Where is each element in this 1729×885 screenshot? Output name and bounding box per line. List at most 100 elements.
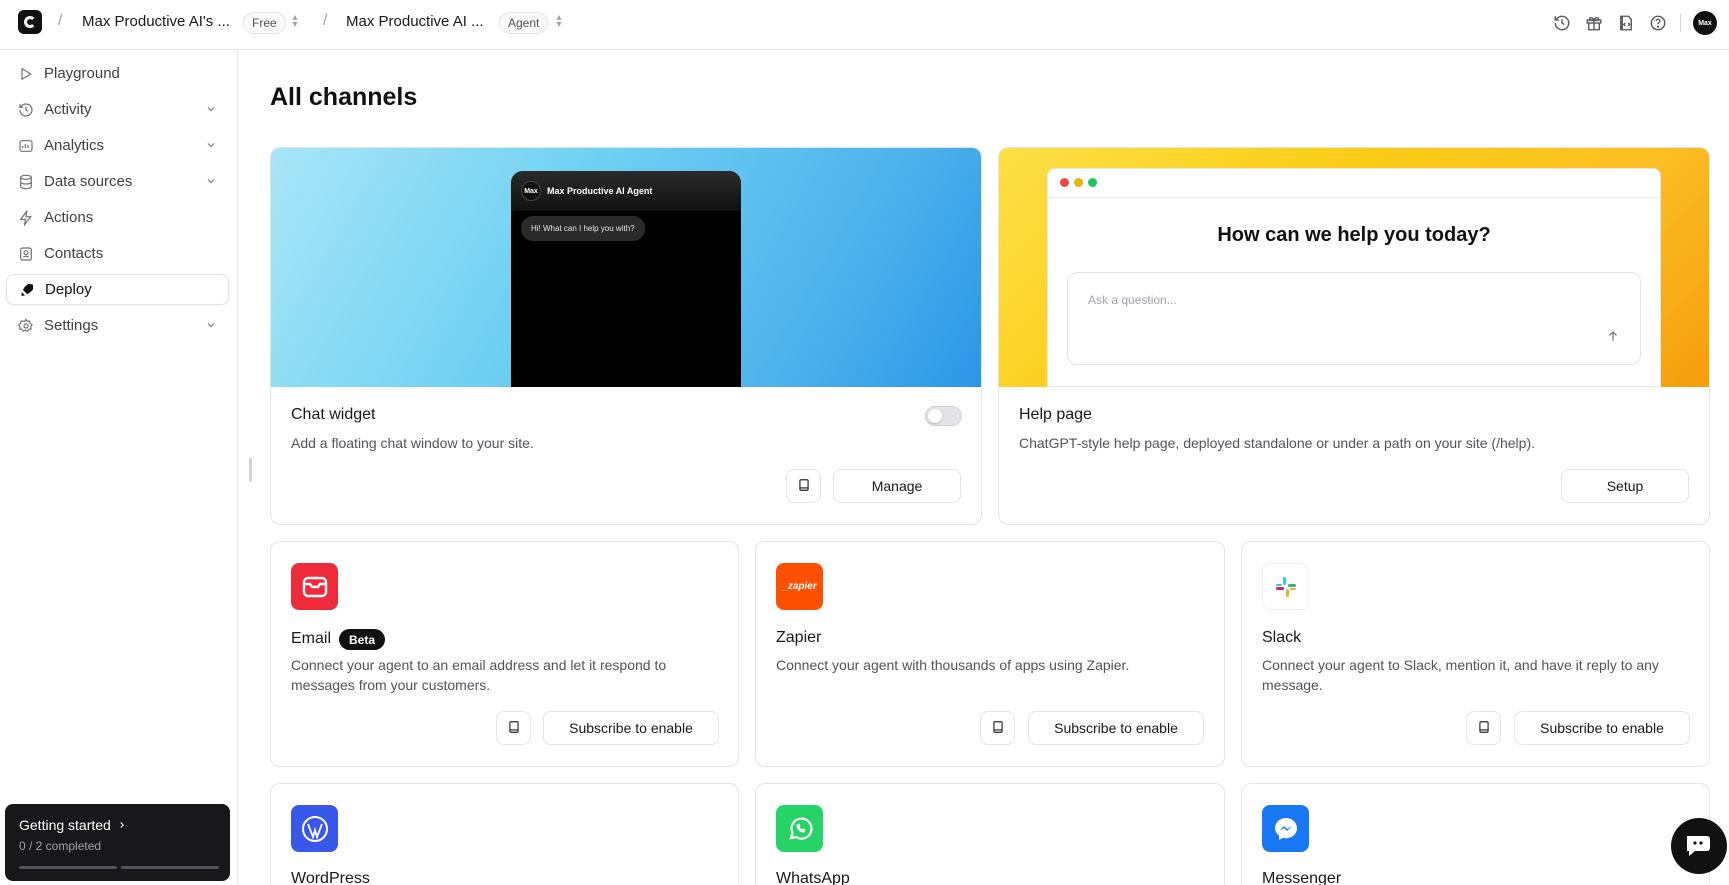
ask-box-preview: Ask a question... <box>1067 272 1641 365</box>
book-icon <box>1477 720 1491 737</box>
workspace-switcher-icon[interactable]: ▴ ▾ <box>289 13 301 30</box>
sidebar-item-label: Playground <box>44 65 120 82</box>
slack-description: Connect your agent to Slack, mention it,… <box>1262 657 1659 693</box>
play-icon <box>17 65 35 83</box>
getting-started-panel[interactable]: Getting started 0 / 2 completed <box>5 804 230 881</box>
sidebar-item-label: Deploy <box>45 281 92 298</box>
zapier-card: _zapier Zapier Connect your agent with t… <box>755 541 1225 767</box>
gift-icon[interactable] <box>1584 13 1604 33</box>
browser-window-preview: How can we help you today? Ask a questio… <box>1047 168 1661 387</box>
agent-avatar: Max <box>521 181 541 201</box>
email-card: Email Beta Connect your agent to an email… <box>270 541 739 767</box>
sidebar-item-data-sources[interactable]: Data sources <box>6 166 229 197</box>
agent-switcher-icon[interactable]: ▴ ▾ <box>553 13 565 30</box>
sidebar-item-actions[interactable]: Actions <box>6 202 229 233</box>
email-description: Connect your agent to an email address a… <box>291 657 667 693</box>
email-title: Email <box>291 630 332 648</box>
wordpress-icon <box>291 805 338 852</box>
email-icon <box>291 563 338 610</box>
subscribe-button[interactable]: Subscribe to enable <box>1514 711 1690 745</box>
help-page-title: Help page <box>1019 406 1092 423</box>
progress-bar <box>19 866 219 869</box>
sidebar-resize-handle[interactable] <box>249 458 252 482</box>
whatsapp-card: WhatsApp <box>755 783 1225 885</box>
sidebar-item-label: Analytics <box>44 137 105 154</box>
messenger-card: Messenger <box>1241 783 1710 885</box>
sidebar-item-playground[interactable]: Playground <box>6 58 229 89</box>
chat-widget-description: Add a floating chat window to your site. <box>291 435 534 451</box>
whatsapp-icon <box>776 805 823 852</box>
chat-widget-title: Chat widget <box>291 406 376 423</box>
chevron-down-icon <box>205 174 217 191</box>
slack-icon <box>1262 563 1309 610</box>
help-icon[interactable] <box>1648 13 1668 33</box>
subscribe-button[interactable]: Subscribe to enable <box>1028 711 1204 745</box>
chat-icon <box>1684 832 1714 861</box>
chevron-right-icon <box>117 817 127 833</box>
chevron-down-icon <box>205 102 217 119</box>
page-title: All channels <box>270 83 418 111</box>
whatsapp-title: WhatsApp <box>776 870 850 885</box>
divider <box>1680 14 1681 32</box>
wordpress-card: WordPress <box>270 783 739 885</box>
subscribe-button[interactable]: Subscribe to enable <box>543 711 719 745</box>
sidebar-item-label: Actions <box>44 209 94 226</box>
beta-badge: Beta <box>339 629 386 650</box>
chat-widget-toggle[interactable] <box>925 406 962 426</box>
messenger-title: Messenger <box>1262 870 1342 885</box>
sidebar-item-label: Settings <box>44 317 99 334</box>
getting-started-progress: 0 / 2 completed <box>19 839 102 853</box>
bolt-icon <box>17 209 35 227</box>
docs-button[interactable] <box>496 711 531 745</box>
top-bar: / Max Productive AI's ... Free ▴ ▾ / Max … <box>0 0 1729 50</box>
sidebar-item-contacts[interactable]: Contacts <box>6 238 229 269</box>
docs-icon[interactable] <box>1616 13 1636 33</box>
gear-icon <box>17 317 35 335</box>
sidebar-item-activity[interactable]: Activity <box>6 94 229 125</box>
zapier-description: Connect your agent with thousands of app… <box>776 657 1130 673</box>
setup-button[interactable]: Setup <box>1561 469 1689 503</box>
chat-window-preview: Max Max Productive AI Agent Hi! What can… <box>511 171 741 387</box>
slack-card: Slack Connect your agent to Slack, menti… <box>1241 541 1710 767</box>
help-page-preview: How can we help you today? Ask a questio… <box>999 148 1709 387</box>
ask-placeholder: Ask a question... <box>1088 293 1177 307</box>
app-logo-icon[interactable] <box>18 10 42 34</box>
sidebar-item-deploy[interactable]: Deploy <box>6 274 229 305</box>
chat-launcher-button[interactable] <box>1671 818 1727 874</box>
help-page-description: ChatGPT-style help page, deployed standa… <box>1019 435 1535 451</box>
sidebar-item-analytics[interactable]: Analytics <box>6 130 229 161</box>
docs-button[interactable] <box>1466 711 1501 745</box>
manage-button[interactable]: Manage <box>833 469 961 503</box>
agent-name-preview: Max Productive AI Agent <box>547 186 653 196</box>
sidebar-item-label: Data sources <box>44 173 133 190</box>
contact-icon <box>17 245 35 263</box>
sidebar-item-label: Activity <box>44 101 92 118</box>
help-heading-preview: How can we help you today? <box>1217 224 1491 246</box>
sidebar: Playground Activity Analytics Data sourc… <box>0 50 238 885</box>
workspace-name[interactable]: Max Productive AI's ... <box>82 13 230 30</box>
chart-icon <box>17 137 35 155</box>
arrow-up-icon <box>1606 329 1620 346</box>
chat-bubble: Hi! What can I help you with? <box>521 216 645 241</box>
database-icon <box>17 173 35 191</box>
docs-button[interactable] <box>786 469 821 503</box>
wordpress-title: WordPress <box>291 870 370 885</box>
chat-widget-card: Max Max Productive AI Agent Hi! What can… <box>270 147 982 525</box>
breadcrumb-separator: / <box>58 12 63 29</box>
workspace-plan-badge: Free <box>243 12 286 34</box>
book-icon <box>507 720 521 737</box>
agent-name[interactable]: Max Productive AI ... <box>346 13 484 30</box>
chat-widget-preview: Max Max Productive AI Agent Hi! What can… <box>271 148 981 387</box>
agent-type-badge: Agent <box>499 12 549 34</box>
sidebar-item-settings[interactable]: Settings <box>6 310 229 341</box>
docs-button[interactable] <box>980 711 1015 745</box>
history-icon[interactable] <box>1552 13 1572 33</box>
user-avatar[interactable]: Max <box>1693 11 1717 35</box>
chevron-down-icon <box>205 318 217 335</box>
zapier-title: Zapier <box>776 629 822 646</box>
book-icon <box>991 720 1005 737</box>
book-icon <box>797 478 811 495</box>
help-page-card: How can we help you today? Ask a questio… <box>998 147 1710 525</box>
slack-title: Slack <box>1262 629 1302 646</box>
activity-icon <box>17 101 35 119</box>
